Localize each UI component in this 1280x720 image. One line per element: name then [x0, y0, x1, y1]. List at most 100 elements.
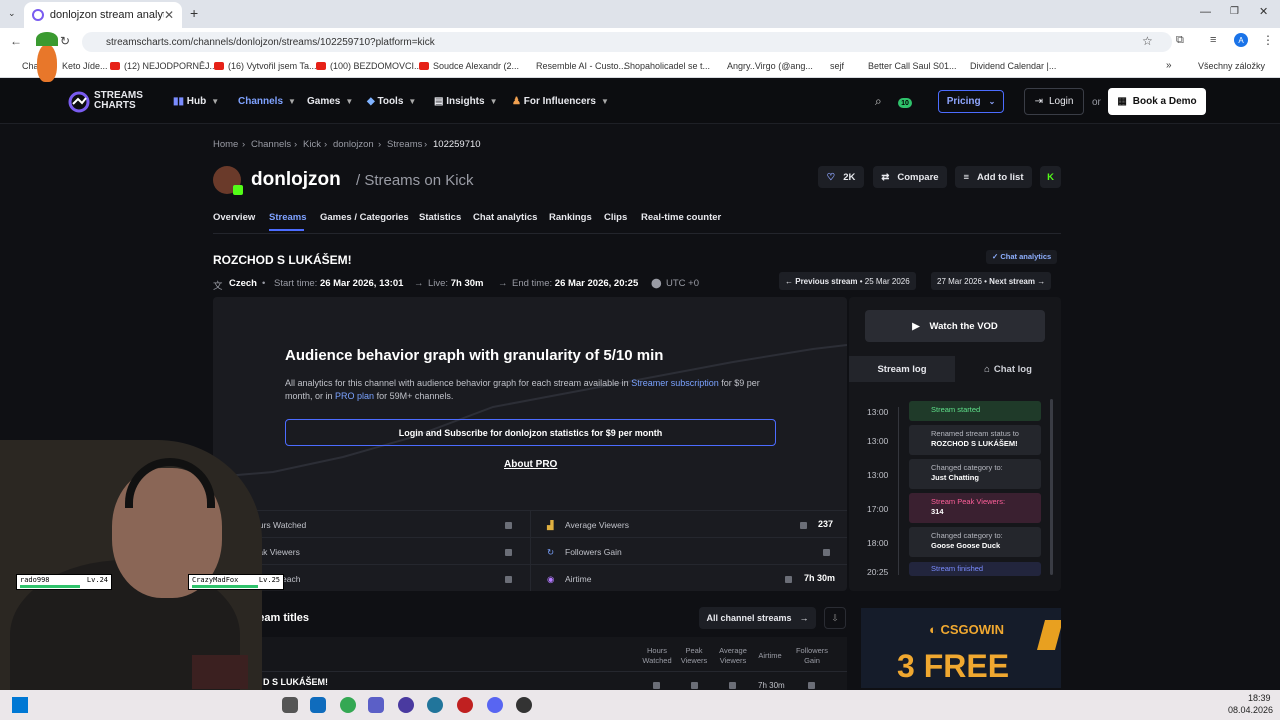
stream-log-panel: ▶ Watch the VOD Stream log ⌂ Chat log 13:0…	[849, 297, 1061, 591]
bookmarks-bar: Chat Keto Jíde... (12) NEJODPORNĚJ... (1…	[0, 56, 1280, 78]
bookmark-star-icon[interactable]: ☆	[1142, 34, 1153, 48]
tab-rankings[interactable]: Rankings	[549, 212, 592, 223]
bookmark-item[interactable]: Angry..Virgo (@ang...	[727, 61, 813, 71]
bookmark-item[interactable]: Better Call Saul S01...	[868, 61, 957, 71]
tab-statistics[interactable]: Statistics	[419, 212, 461, 223]
discord-icon[interactable]	[487, 697, 503, 713]
compare-icon: ⇄	[881, 171, 890, 183]
streamer-subscription-link[interactable]: Streamer subscription	[631, 378, 719, 388]
arrow-right-icon: →	[1034, 276, 1046, 286]
col-hours-watched[interactable]: Hours Watched	[638, 646, 676, 666]
channel-subtitle: / Streams on Kick	[356, 172, 474, 189]
all-bookmarks[interactable]: Všechny záložky	[1198, 61, 1265, 71]
tab-streams[interactable]: Streams	[269, 212, 307, 223]
col-airtime[interactable]: Airtime	[755, 651, 785, 661]
table-row-title[interactable]: D S LUKÁŠEM!	[263, 677, 328, 687]
more-bookmarks-icon[interactable]: »	[1166, 60, 1172, 71]
new-tab-icon[interactable]: +	[190, 5, 198, 21]
csgowin-ad[interactable]: ◐ CSGOWIN 3 FREE	[861, 608, 1061, 688]
app-icon[interactable]	[457, 697, 473, 713]
live-duration: Live: 7h 30m	[428, 278, 484, 289]
log-time: 13:00	[867, 407, 889, 417]
windows-start-icon[interactable]	[12, 697, 28, 713]
breadcrumb-streams[interactable]: Streams	[387, 139, 422, 150]
app-icon[interactable]	[516, 697, 532, 713]
tab-list-chevron-icon[interactable]: ⌄	[8, 8, 16, 19]
col-average-viewers[interactable]: Average Viewers	[714, 646, 752, 666]
chat-icon: ⌂	[984, 363, 990, 375]
nav-insights[interactable]: ▤ Insights ▼	[434, 96, 498, 107]
back-icon[interactable]: ←	[10, 34, 22, 48]
log-scrollbar[interactable]	[1050, 399, 1053, 575]
lock-icon	[823, 549, 830, 556]
kick-link-icon[interactable]: K	[1040, 166, 1061, 188]
subscribe-button[interactable]: Login and Subscribe for donlojzon statis…	[285, 419, 776, 446]
taskbar-app-icon[interactable]	[282, 697, 298, 713]
bookmark-item[interactable]: Keto Jíde...	[62, 61, 108, 71]
breadcrumb-kick[interactable]: Kick	[303, 139, 321, 150]
bookmark-item[interactable]: sejf	[830, 61, 844, 71]
browser-menu-icon[interactable]: ⋮	[1262, 33, 1274, 47]
add-to-list-button[interactable]: ≡ Add to list	[955, 166, 1032, 188]
browser-tab-active[interactable]: donlojzon stream analytics & s ✕	[24, 2, 182, 28]
url-input[interactable]: streamscharts.com/channels/donlojzon/str…	[82, 32, 1172, 52]
bookmark-item[interactable]: Resemble AI - Custo...	[536, 61, 626, 71]
bookmark-item[interactable]: (100) BEZDOMOVCI...	[316, 61, 422, 71]
bookmark-item[interactable]: (12) NEJODPORNĚJ...	[110, 61, 217, 71]
col-followers-gain[interactable]: Followers Gain	[790, 646, 834, 666]
tab-clips[interactable]: Clips	[604, 212, 627, 223]
outlook-icon[interactable]	[310, 697, 326, 713]
nav-games[interactable]: Games ▼	[307, 96, 353, 107]
tab-chat-analytics[interactable]: Chat analytics	[473, 212, 537, 223]
tab-games-categories[interactable]: Games / Categories	[320, 212, 409, 223]
wordpress-icon[interactable]	[427, 697, 443, 713]
pricing-button[interactable]: Pricing ⌄	[938, 90, 1004, 113]
search-icon[interactable]: ⌕	[875, 94, 882, 109]
previous-stream-button[interactable]: ← Previous stream • 25 Mar 2026	[779, 272, 916, 290]
site-logo[interactable]: STREAMS CHARTS	[94, 91, 143, 111]
notification-badge[interactable]: 10	[898, 98, 912, 108]
nav-hub[interactable]: ▮▮ Hub ▼	[173, 96, 219, 107]
nav-channels[interactable]: Channels ▼	[238, 96, 296, 107]
pro-plan-link[interactable]: PRO plan	[335, 391, 374, 401]
login-button[interactable]: ⇥ Login	[1024, 88, 1084, 115]
tab-chat-log[interactable]: ⌂ Chat log	[955, 356, 1061, 382]
teams-icon[interactable]	[368, 697, 384, 713]
tab-stream-log[interactable]: Stream log	[849, 356, 955, 382]
media-icon[interactable]: ≡	[1210, 34, 1216, 46]
book-demo-button[interactable]: ▦ Book a Demo	[1108, 88, 1206, 115]
follow-button[interactable]: ♡ 2K	[818, 166, 864, 188]
maximize-icon[interactable]: ❐	[1230, 6, 1239, 17]
breadcrumb-home[interactable]: Home	[213, 139, 238, 150]
profile-avatar[interactable]: A	[1234, 33, 1248, 47]
player-hud-1: rado998 Lv.24	[16, 574, 112, 590]
compare-button[interactable]: ⇄ Compare	[873, 166, 947, 188]
tab-close-icon[interactable]: ✕	[164, 8, 174, 22]
minimize-icon[interactable]: —	[1200, 6, 1211, 18]
tab-real-time-counter[interactable]: Real-time counter	[641, 212, 721, 223]
chat-analytics-link[interactable]: ✓ Chat analytics	[986, 250, 1058, 264]
bookmark-item[interactable]: Dividend Calendar |...	[970, 61, 1056, 71]
breadcrumb-channel[interactable]: donlojzon	[333, 139, 374, 150]
download-icon[interactable]: ⇩	[824, 607, 846, 629]
log-entry: Changed category to: Just Chatting	[909, 459, 1041, 489]
bookmark-item[interactable]: Shopaholicadel se t...	[624, 61, 710, 71]
tab-overview[interactable]: Overview	[213, 212, 255, 223]
calendar-icon: ▦	[1117, 96, 1127, 107]
all-channel-streams-button[interactable]: All channel streams →	[699, 607, 816, 629]
app-icon[interactable]	[398, 697, 414, 713]
breadcrumb-channels[interactable]: Channels	[251, 139, 291, 150]
chrome-icon[interactable]	[340, 697, 356, 713]
nav-tools[interactable]: ◆ Tools ▼	[367, 96, 416, 107]
about-pro-link[interactable]: About PRO	[504, 459, 557, 470]
bookmark-item[interactable]: (16) Vytvořil jsem Ta...	[214, 61, 317, 71]
watch-vod-button[interactable]: ▶ Watch the VOD	[865, 310, 1045, 342]
next-stream-button[interactable]: 27 Mar 2026 • Next stream →	[931, 272, 1052, 290]
extensions-icon[interactable]: ⧉	[1176, 34, 1184, 47]
col-peak-viewers[interactable]: Peak Viewers	[677, 646, 711, 666]
window-close-icon[interactable]: ✕	[1259, 5, 1268, 18]
arrow-right-icon: →	[414, 278, 424, 289]
bookmark-item[interactable]: Soudce Alexandr (2...	[419, 61, 519, 71]
nav-for-influencers[interactable]: ♟ For Influencers ▼	[512, 96, 609, 107]
site-header: STREAMS CHARTS ▮▮ Hub ▼ Channels ▼ Games ▼ ◆…	[0, 80, 1280, 124]
